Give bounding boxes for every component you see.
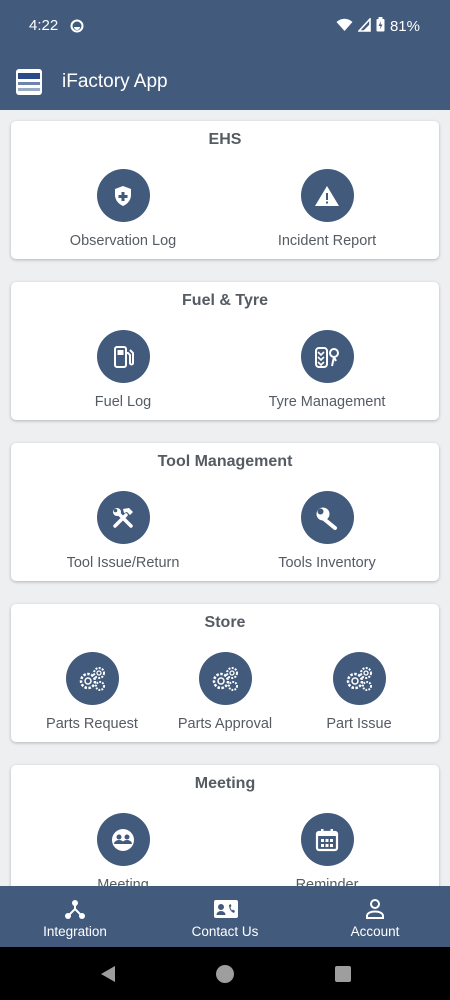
status-bar: 4:22 81% bbox=[0, 0, 450, 52]
fuel-pump-icon bbox=[96, 330, 150, 383]
system-nav-bar bbox=[0, 947, 450, 1000]
gears-icon bbox=[65, 652, 119, 705]
section-card-tool-management: Tool Management Tool Issue/Return Tools … bbox=[11, 443, 439, 581]
gears-icon bbox=[198, 652, 252, 705]
app-notification-icon bbox=[70, 19, 84, 38]
warning-icon bbox=[300, 169, 354, 222]
nav-integration[interactable]: Integration bbox=[0, 886, 150, 947]
section-card-ehs: EHS Observation Log Incident Report bbox=[11, 121, 439, 259]
home-icon[interactable] bbox=[215, 964, 235, 984]
incident-report-button[interactable]: Incident Report bbox=[227, 169, 427, 249]
app-title: iFactory App bbox=[62, 71, 168, 92]
tool-issue-return-button[interactable]: Tool Issue/Return bbox=[23, 491, 223, 571]
status-indicators: 81% bbox=[336, 16, 420, 36]
observation-log-button[interactable]: Observation Log bbox=[23, 169, 223, 249]
fuel-log-button[interactable]: Fuel Log bbox=[23, 330, 223, 410]
item-label: Tool Issue/Return bbox=[66, 555, 180, 571]
tools-inventory-button[interactable]: Tools Inventory bbox=[227, 491, 427, 571]
section-card-store: Store Parts Request Parts Approval Part … bbox=[11, 604, 439, 742]
wifi-icon bbox=[336, 18, 353, 36]
item-label: Tools Inventory bbox=[278, 555, 376, 571]
calendar-icon bbox=[300, 813, 354, 866]
tyre-management-button[interactable]: Tyre Management bbox=[227, 330, 427, 410]
nav-label: Account bbox=[350, 924, 400, 939]
part-issue-button[interactable]: Part Issue bbox=[259, 652, 450, 732]
wrench-icon bbox=[300, 491, 354, 544]
nav-label: Contact Us bbox=[191, 924, 259, 939]
item-label: Part Issue bbox=[326, 716, 392, 732]
nav-label: Integration bbox=[43, 924, 107, 939]
section-card-meeting: Meeting Meeting Reminder bbox=[11, 765, 439, 886]
section-title: EHS bbox=[208, 131, 242, 148]
item-label: Incident Report bbox=[277, 233, 377, 249]
battery-icon bbox=[376, 17, 385, 36]
item-label: Observation Log bbox=[69, 233, 177, 249]
section-title: Store bbox=[204, 614, 246, 631]
app-bar: iFactory App bbox=[0, 52, 450, 110]
item-label: Meeting bbox=[97, 877, 149, 886]
status-time: 4:22 bbox=[29, 17, 59, 34]
meeting-icon bbox=[96, 813, 150, 866]
battery-percent: 81% bbox=[389, 18, 420, 35]
nav-account[interactable]: Account bbox=[300, 886, 450, 947]
contact-card-icon bbox=[213, 897, 238, 921]
tyre-location-icon bbox=[300, 330, 354, 383]
item-label: Tyre Management bbox=[268, 394, 386, 410]
nav-contact-us[interactable]: Contact Us bbox=[150, 886, 300, 947]
item-label: Reminder bbox=[295, 877, 359, 886]
app-logo bbox=[16, 69, 42, 95]
reminder-button[interactable]: Reminder bbox=[227, 813, 427, 886]
integration-icon bbox=[63, 897, 87, 921]
dashboard-scroll-area[interactable]: EHS Observation Log Incident Report Fuel… bbox=[0, 110, 450, 886]
bottom-nav: Integration Contact Us Account bbox=[0, 886, 450, 947]
gears-icon bbox=[332, 652, 386, 705]
section-title: Fuel & Tyre bbox=[182, 292, 268, 309]
meeting-button[interactable]: Meeting bbox=[23, 813, 223, 886]
section-card-fuel-tyre: Fuel & Tyre Fuel Log Tyre Management bbox=[11, 282, 439, 420]
person-icon bbox=[363, 897, 387, 921]
recents-icon[interactable] bbox=[334, 965, 352, 983]
back-icon[interactable] bbox=[98, 964, 118, 984]
shield-plus-icon bbox=[96, 169, 150, 222]
section-title: Meeting bbox=[194, 775, 256, 792]
hammer-wrench-icon bbox=[96, 491, 150, 544]
cell-signal-icon bbox=[357, 16, 371, 36]
section-title: Tool Management bbox=[157, 453, 293, 470]
item-label: Fuel Log bbox=[94, 394, 152, 410]
